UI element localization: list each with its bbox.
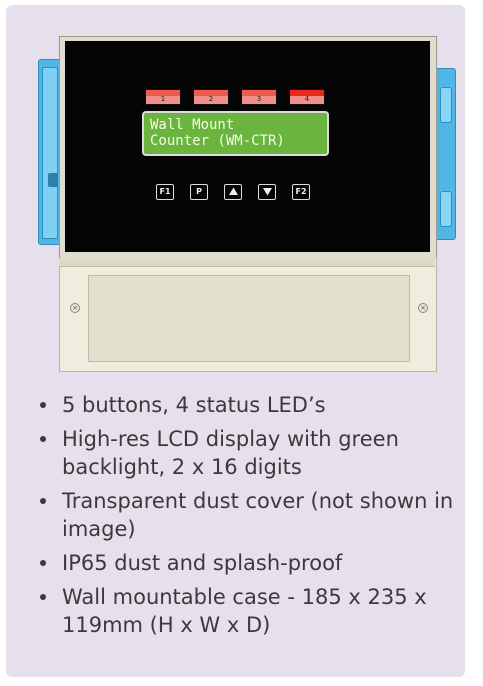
f1-button[interactable]: F1 [156,184,174,200]
feature-text: High-res LCD display with green backligh… [62,427,399,479]
status-led-label: 2 [208,95,214,103]
status-led-2: 2 [193,89,229,105]
left-rail-channel [42,67,58,239]
terminal-cover-panel [88,275,410,362]
status-led-label: 3 [256,95,262,103]
lcd-line-2: Counter (WM-CTR) [150,133,285,149]
list-item: 5 buttons, 4 status LED’s [40,391,460,419]
right-rail-clip-bottom [440,191,452,227]
lcd-line-1: Wall Mount [150,117,235,133]
screw-icon: × [418,303,428,313]
status-led-label: 1 [160,95,166,103]
feature-text: Transparent dust cover (not shown in ima… [62,489,454,541]
feature-text: Wall mountable case - 185 x 235 x 119mm … [62,585,427,637]
p-button[interactable]: P [190,184,208,200]
lock-slot-icon [48,173,58,187]
status-led-3: 3 [241,89,277,105]
right-rail-clip-top [440,87,452,123]
status-led-1: 1 [145,89,181,105]
status-led-label: 4 [304,95,310,103]
up-button[interactable] [224,184,242,200]
list-item: Transparent dust cover (not shown in ima… [40,487,460,543]
feature-text: IP65 dust and splash-proof [62,551,343,575]
f2-button[interactable]: F2 [292,184,310,200]
list-item: Wall mountable case - 185 x 235 x 119mm … [40,583,460,639]
down-arrow-icon [262,188,272,196]
bullet-icon [40,594,46,600]
feature-list: 5 buttons, 4 status LED’s High-res LCD d… [40,391,460,645]
device-hinge [59,258,435,267]
device-button-row: F1 P F2 [156,184,316,200]
list-item: High-res LCD display with green backligh… [40,425,460,481]
screw-icon: × [70,303,80,313]
product-card: 1 2 3 4 Wall Mount Counter (WM-CTR) F1 P [6,5,465,677]
down-button[interactable] [258,184,276,200]
list-item: IP65 dust and splash-proof [40,549,460,577]
status-led-row: 1 2 3 4 [145,89,330,107]
bullet-icon [40,436,46,442]
feature-text: 5 buttons, 4 status LED’s [62,393,326,417]
status-led-4: 4 [289,89,325,105]
bullet-icon [40,560,46,566]
bullet-icon [40,402,46,408]
up-arrow-icon [228,187,238,195]
lcd-display: Wall Mount Counter (WM-CTR) [142,111,329,156]
wall-mount-counter-device: 1 2 3 4 Wall Mount Counter (WM-CTR) F1 P [6,5,465,377]
bullet-icon [40,498,46,504]
